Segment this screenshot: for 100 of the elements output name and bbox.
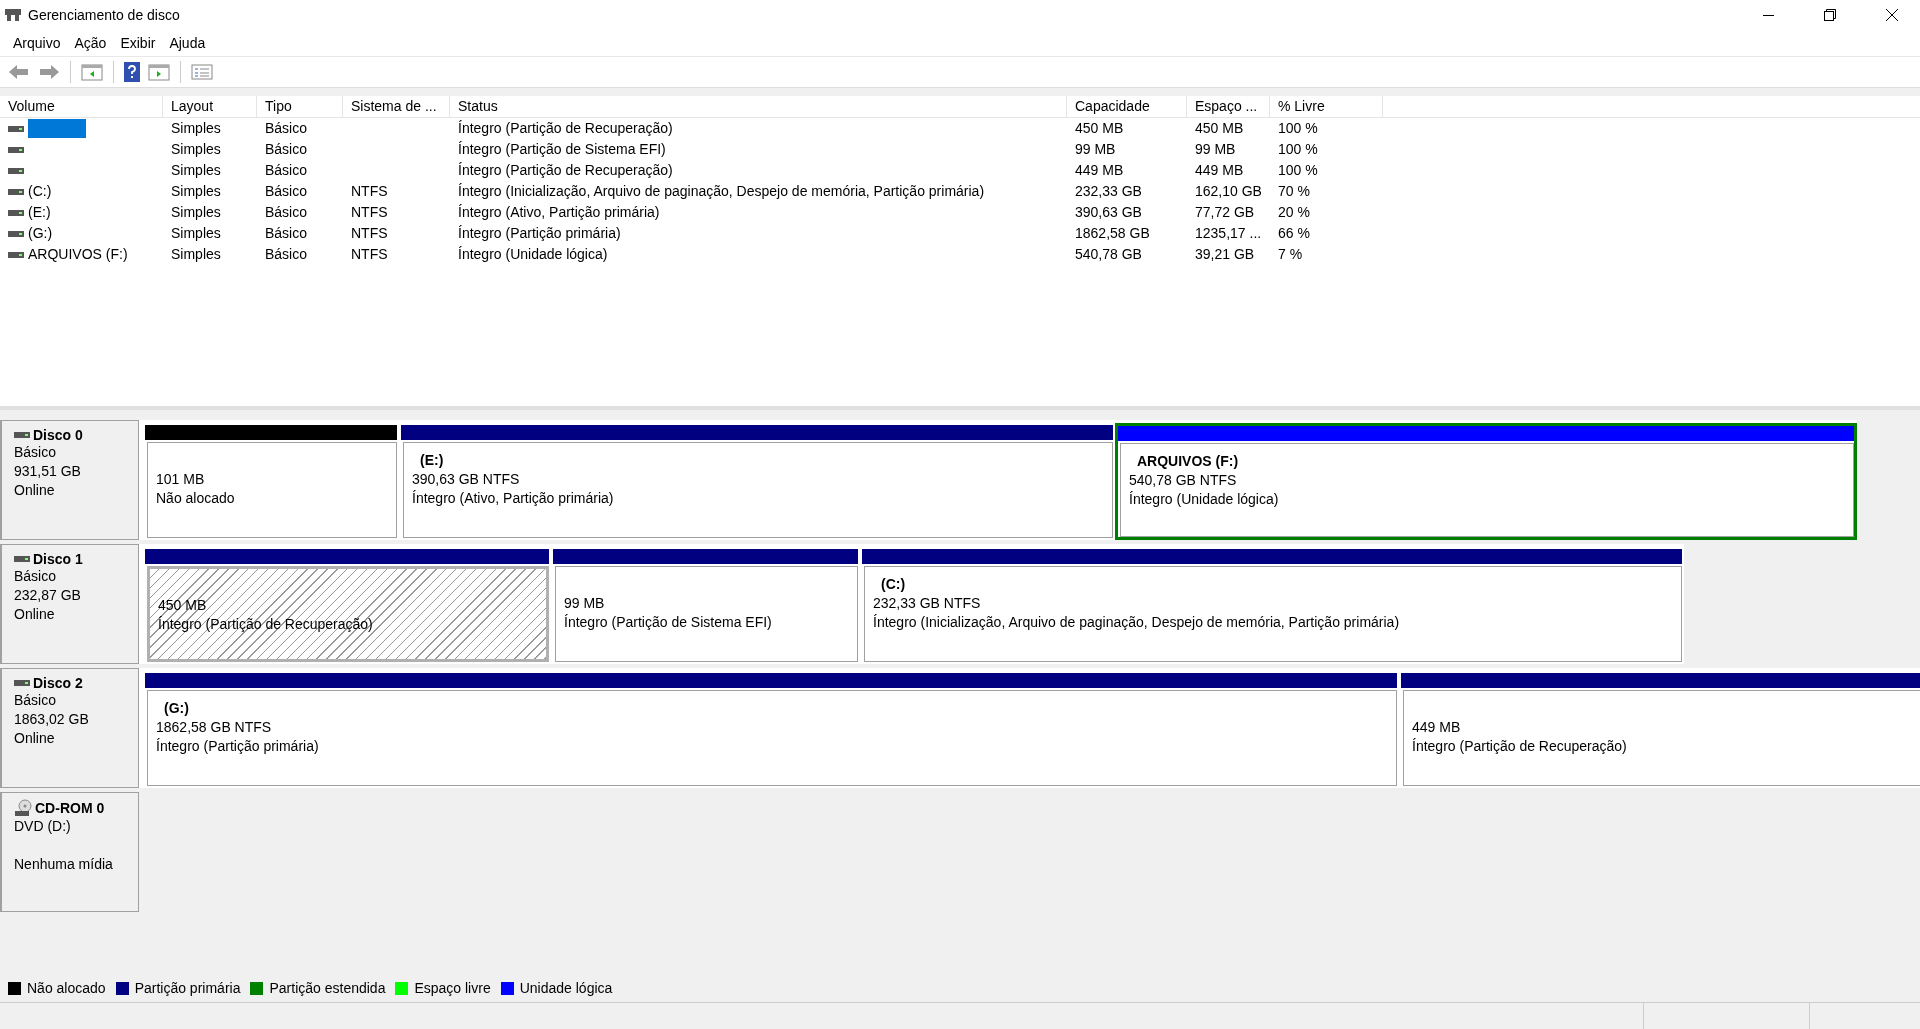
partition-status: Íntegro (Partição de Sistema EFI) <box>564 613 773 632</box>
table-cell-text: 449 MB <box>1075 161 1124 180</box>
partition-body[interactable]: 99 MB Íntegro (Partição de Sistema EFI) <box>555 566 858 662</box>
column-header[interactable]: Tipo <box>257 96 343 117</box>
menu-item[interactable]: Ajuda <box>162 33 213 53</box>
table-cell-text: NTFS <box>351 245 388 264</box>
column-header[interactable]: Capacidade <box>1067 96 1187 117</box>
table-cell[interactable]: ARQUIVOS (F:) <box>28 244 128 265</box>
legend-label: Unidade lógica <box>519 980 613 996</box>
menu-item[interactable]: Ação <box>67 33 114 53</box>
table-cell-text: 100 % <box>1278 161 1318 180</box>
partition[interactable]: 450 MB Íntegro (Partição de Recuperação) <box>143 547 551 664</box>
partition-status: Íntegro (Inicialização, Arquivo de paginação, Despejo de memória, Partição primária) <box>873 613 1401 632</box>
properties-button[interactable] <box>189 61 215 83</box>
partition-size: 99 MB <box>564 594 606 613</box>
partition-body[interactable]: (G:) 1862,58 GB NTFS Íntegro (Partição primária) <box>147 690 1397 786</box>
partition-body[interactable]: (C:) 232,33 GB NTFS Íntegro (Inicialização, Arquivo de paginação, Despejo de memória, Partição primária) <box>864 566 1682 662</box>
table-cell-text: 450 MB <box>1075 119 1124 138</box>
table-cell-text: Simples <box>171 224 221 243</box>
partition-status: Íntegro (Partição de Recuperação) <box>1412 737 1628 756</box>
partition-status: Íntegro (Ativo, Partição primária) <box>412 489 615 508</box>
column-header[interactable]: Layout <box>163 96 257 117</box>
table-cell-text: NTFS <box>351 203 388 222</box>
table-cell[interactable]: (G:) <box>28 223 53 244</box>
table-cell-text: Simples <box>171 182 221 201</box>
table-cell-text: Íntegro (Partição de Recuperação) <box>458 119 673 138</box>
partition-label: (C:) <box>880 575 907 594</box>
disk-info-panel[interactable]: Disco 0 Básico 931,51 GB Online <box>0 420 139 540</box>
table-cell-text: Básico <box>265 119 308 138</box>
disk-status: Online <box>14 729 56 748</box>
partition-size: 101 MB <box>156 470 206 489</box>
table-cell-text: Simples <box>171 203 221 222</box>
partition[interactable]: (E:) 390,63 GB NTFS Íntegro (Ativo, Partição primária) <box>399 423 1115 540</box>
partition-status: Íntegro (Unidade lógica) <box>1129 490 1280 509</box>
console-tree-button[interactable] <box>79 61 105 83</box>
disk-size: 931,51 GB <box>14 462 82 481</box>
partition[interactable]: (C:) 232,33 GB NTFS Íntegro (Inicialização, Arquivo de paginação, Despejo de memória, Partição primária) <box>860 547 1684 664</box>
help-button[interactable] <box>122 60 142 84</box>
disk-type: Básico <box>14 567 58 586</box>
table-cell-text: 232,33 GB <box>1075 182 1142 201</box>
disk-title: Disco 0 <box>33 427 83 443</box>
disk-size: 1863,02 GB <box>14 710 90 729</box>
table-cell[interactable]: (E:) <box>28 202 51 223</box>
disk-title: CD-ROM 0 <box>35 800 105 816</box>
column-header[interactable]: Sistema de ... <box>343 96 450 117</box>
table-cell-text: 162,10 GB <box>1195 182 1262 201</box>
partition-size: 540,78 GB NTFS <box>1129 471 1238 490</box>
table-cell-text: Simples <box>171 119 221 138</box>
legend-label: Partição primária <box>134 980 241 996</box>
disk-type: Básico <box>14 443 58 462</box>
legend-label: Espaço livre <box>414 980 491 996</box>
close-icon <box>1886 9 1898 21</box>
partition-status: Íntegro (Partição primária) <box>156 737 320 756</box>
disk-title: Disco 1 <box>33 551 83 567</box>
partition-status: Íntegro (Partição de Recuperação) <box>158 615 374 634</box>
table-cell-text: Íntegro (Partição de Recuperação) <box>458 161 673 180</box>
column-header[interactable]: Status <box>450 96 1067 117</box>
table-cell-text: 540,78 GB <box>1075 245 1142 264</box>
table-cell-text: 1862,58 GB <box>1075 224 1150 243</box>
column-header[interactable]: Espaço ... <box>1187 96 1270 117</box>
partition-size: 449 MB <box>1412 718 1462 737</box>
table-cell-text: Simples <box>171 245 221 264</box>
menu-item[interactable]: Arquivo <box>6 33 68 53</box>
column-header[interactable]: % Livre <box>1270 96 1383 117</box>
partition-body[interactable]: 101 MB Não alocado <box>147 442 397 538</box>
menu-item[interactable]: Exibir <box>113 33 163 53</box>
partition[interactable]: (G:) 1862,58 GB NTFS Íntegro (Partição primária) <box>143 671 1399 788</box>
table-cell-text: Íntegro (Partição primária) <box>458 224 621 243</box>
partition-body[interactable]: ARQUIVOS (F:) 540,78 GB NTFS Íntegro (Unidade lógica) <box>1120 443 1854 537</box>
table-cell-text: Básico <box>265 203 308 222</box>
partition-status: Não alocado <box>156 489 236 508</box>
disk-type: Básico <box>14 691 58 710</box>
disk-type: DVD (D:) <box>14 817 72 836</box>
disk-status: Nenhuma mídia <box>14 855 114 874</box>
partition-body[interactable]: (E:) 390,63 GB NTFS Íntegro (Ativo, Partição primária) <box>403 442 1113 538</box>
table-cell-text: 100 % <box>1278 140 1318 159</box>
partition[interactable]: ARQUIVOS (F:) 540,78 GB NTFS Íntegro (Unidade lógica) <box>1115 423 1857 540</box>
table-cell-text: Básico <box>265 140 308 159</box>
column-header[interactable]: Volume <box>0 96 163 117</box>
table-cell-text: Íntegro (Partição de Sistema EFI) <box>458 140 666 159</box>
partition[interactable]: 449 MB Íntegro (Partição de Recuperação) <box>1399 671 1920 788</box>
table-cell-text: NTFS <box>351 224 388 243</box>
table-cell-text: 1235,17 ... <box>1195 224 1262 243</box>
partition-body[interactable]: 449 MB Íntegro (Partição de Recuperação) <box>1403 690 1920 786</box>
table-cell-text: 450 MB <box>1195 119 1244 138</box>
table-cell-text: 99 MB <box>1195 140 1236 159</box>
partition[interactable]: 99 MB Íntegro (Partição de Sistema EFI) <box>551 547 860 664</box>
table-cell-text: 449 MB <box>1195 161 1244 180</box>
table-cell-text: 70 % <box>1278 182 1310 201</box>
disk-info-panel[interactable]: Disco 1 Básico 232,87 GB Online <box>0 544 139 664</box>
table-cell-text: 99 MB <box>1075 140 1116 159</box>
partition-body[interactable]: 450 MB Íntegro (Partição de Recuperação) <box>147 566 549 662</box>
table-cell[interactable]: (C:) <box>28 181 52 202</box>
partition-label: ARQUIVOS (F:) <box>1136 452 1240 471</box>
disk-info-panel[interactable]: CD-ROM 0 DVD (D:) Nenhuma mídia <box>0 792 139 912</box>
partition-label: (E:) <box>419 451 445 470</box>
legend-label: Não alocado <box>27 980 106 996</box>
partition[interactable]: 101 MB Não alocado <box>143 423 399 540</box>
disk-info-panel[interactable]: Disco 2 Básico 1863,02 GB Online <box>0 668 139 788</box>
table-cell-text: 39,21 GB <box>1195 245 1255 264</box>
